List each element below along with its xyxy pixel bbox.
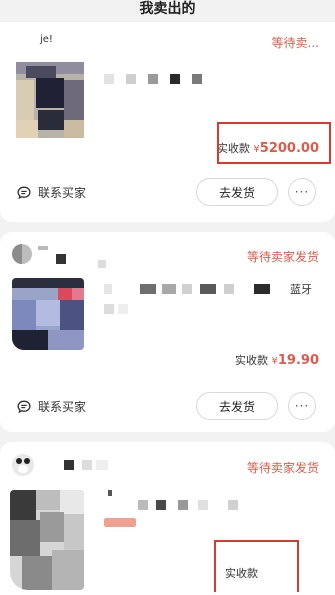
product-title-fragment: 蓝牙 xyxy=(290,283,312,296)
product-thumbnail[interactable] xyxy=(12,278,84,350)
ship-button[interactable]: 去发货 xyxy=(196,178,278,206)
product-title-masked-line2 xyxy=(104,304,134,314)
product-title-masked xyxy=(108,490,258,510)
order-card[interactable]: 等待卖家发货 蓝牙 实收款 ¥19.90 联系买家 去发货 ··· xyxy=(0,232,335,432)
contact-buyer-label: 联系买家 xyxy=(38,186,87,200)
sold-orders-page: 我卖出的 je! 等待卖... 实收款 ¥5200.00 联系买家 去发货 ··… xyxy=(0,0,335,595)
seller-avatar xyxy=(12,454,34,476)
contact-buyer-button[interactable]: 联系买家 xyxy=(16,184,86,201)
product-thumbnail[interactable] xyxy=(10,490,84,590)
chat-icon xyxy=(16,399,32,415)
product-thumbnail[interactable] xyxy=(16,62,84,138)
more-icon: ··· xyxy=(294,185,310,199)
chat-icon xyxy=(16,185,32,201)
order-card[interactable]: je! 等待卖... 实收款 ¥5200.00 联系买家 去发货 ··· xyxy=(0,22,335,222)
product-title-masked xyxy=(104,284,284,294)
amount-value: 19.90 xyxy=(277,353,319,368)
received-amount: 实收款 ¥19.90 xyxy=(235,352,319,368)
page-title: 我卖出的 xyxy=(139,1,196,17)
highlight-box xyxy=(214,540,299,592)
amount-label: 实收款 xyxy=(235,354,268,367)
seller-name: je! xyxy=(40,34,53,45)
product-tag xyxy=(104,518,136,527)
order-status: 等待卖家发货 xyxy=(246,250,319,264)
product-title-masked xyxy=(104,74,214,84)
ship-button[interactable]: 去发货 xyxy=(196,392,278,420)
seller-name-masked xyxy=(64,460,114,470)
contact-buyer-label: 联系买家 xyxy=(38,400,87,414)
order-status: 等待卖家发货 xyxy=(246,461,319,475)
page-header: 我卖出的 xyxy=(0,0,335,22)
more-options-button[interactable]: ··· xyxy=(288,178,316,206)
more-options-button[interactable]: ··· xyxy=(288,392,316,420)
order-status: 等待卖... xyxy=(271,36,319,50)
more-icon: ··· xyxy=(294,399,310,413)
seller-name-masked xyxy=(38,246,106,268)
highlight-box xyxy=(217,122,331,164)
seller-avatar xyxy=(12,244,32,264)
order-card[interactable]: 等待卖家发货 实收款 xyxy=(0,442,335,595)
contact-buyer-button[interactable]: 联系买家 xyxy=(16,398,86,415)
